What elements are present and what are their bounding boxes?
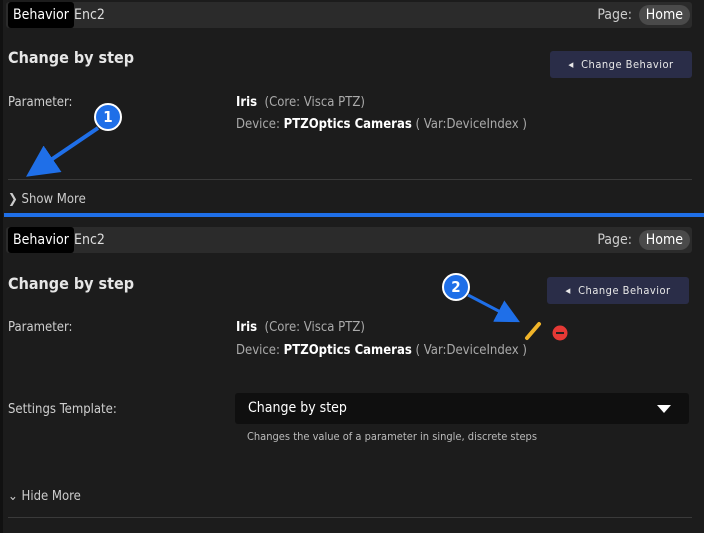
arrow-2 <box>467 293 520 323</box>
annotation-badge-1: 1 <box>94 103 122 131</box>
arrow-1 <box>26 126 100 177</box>
annotation-badge-2: 2 <box>442 273 470 301</box>
annotation-arrows <box>26 126 520 323</box>
